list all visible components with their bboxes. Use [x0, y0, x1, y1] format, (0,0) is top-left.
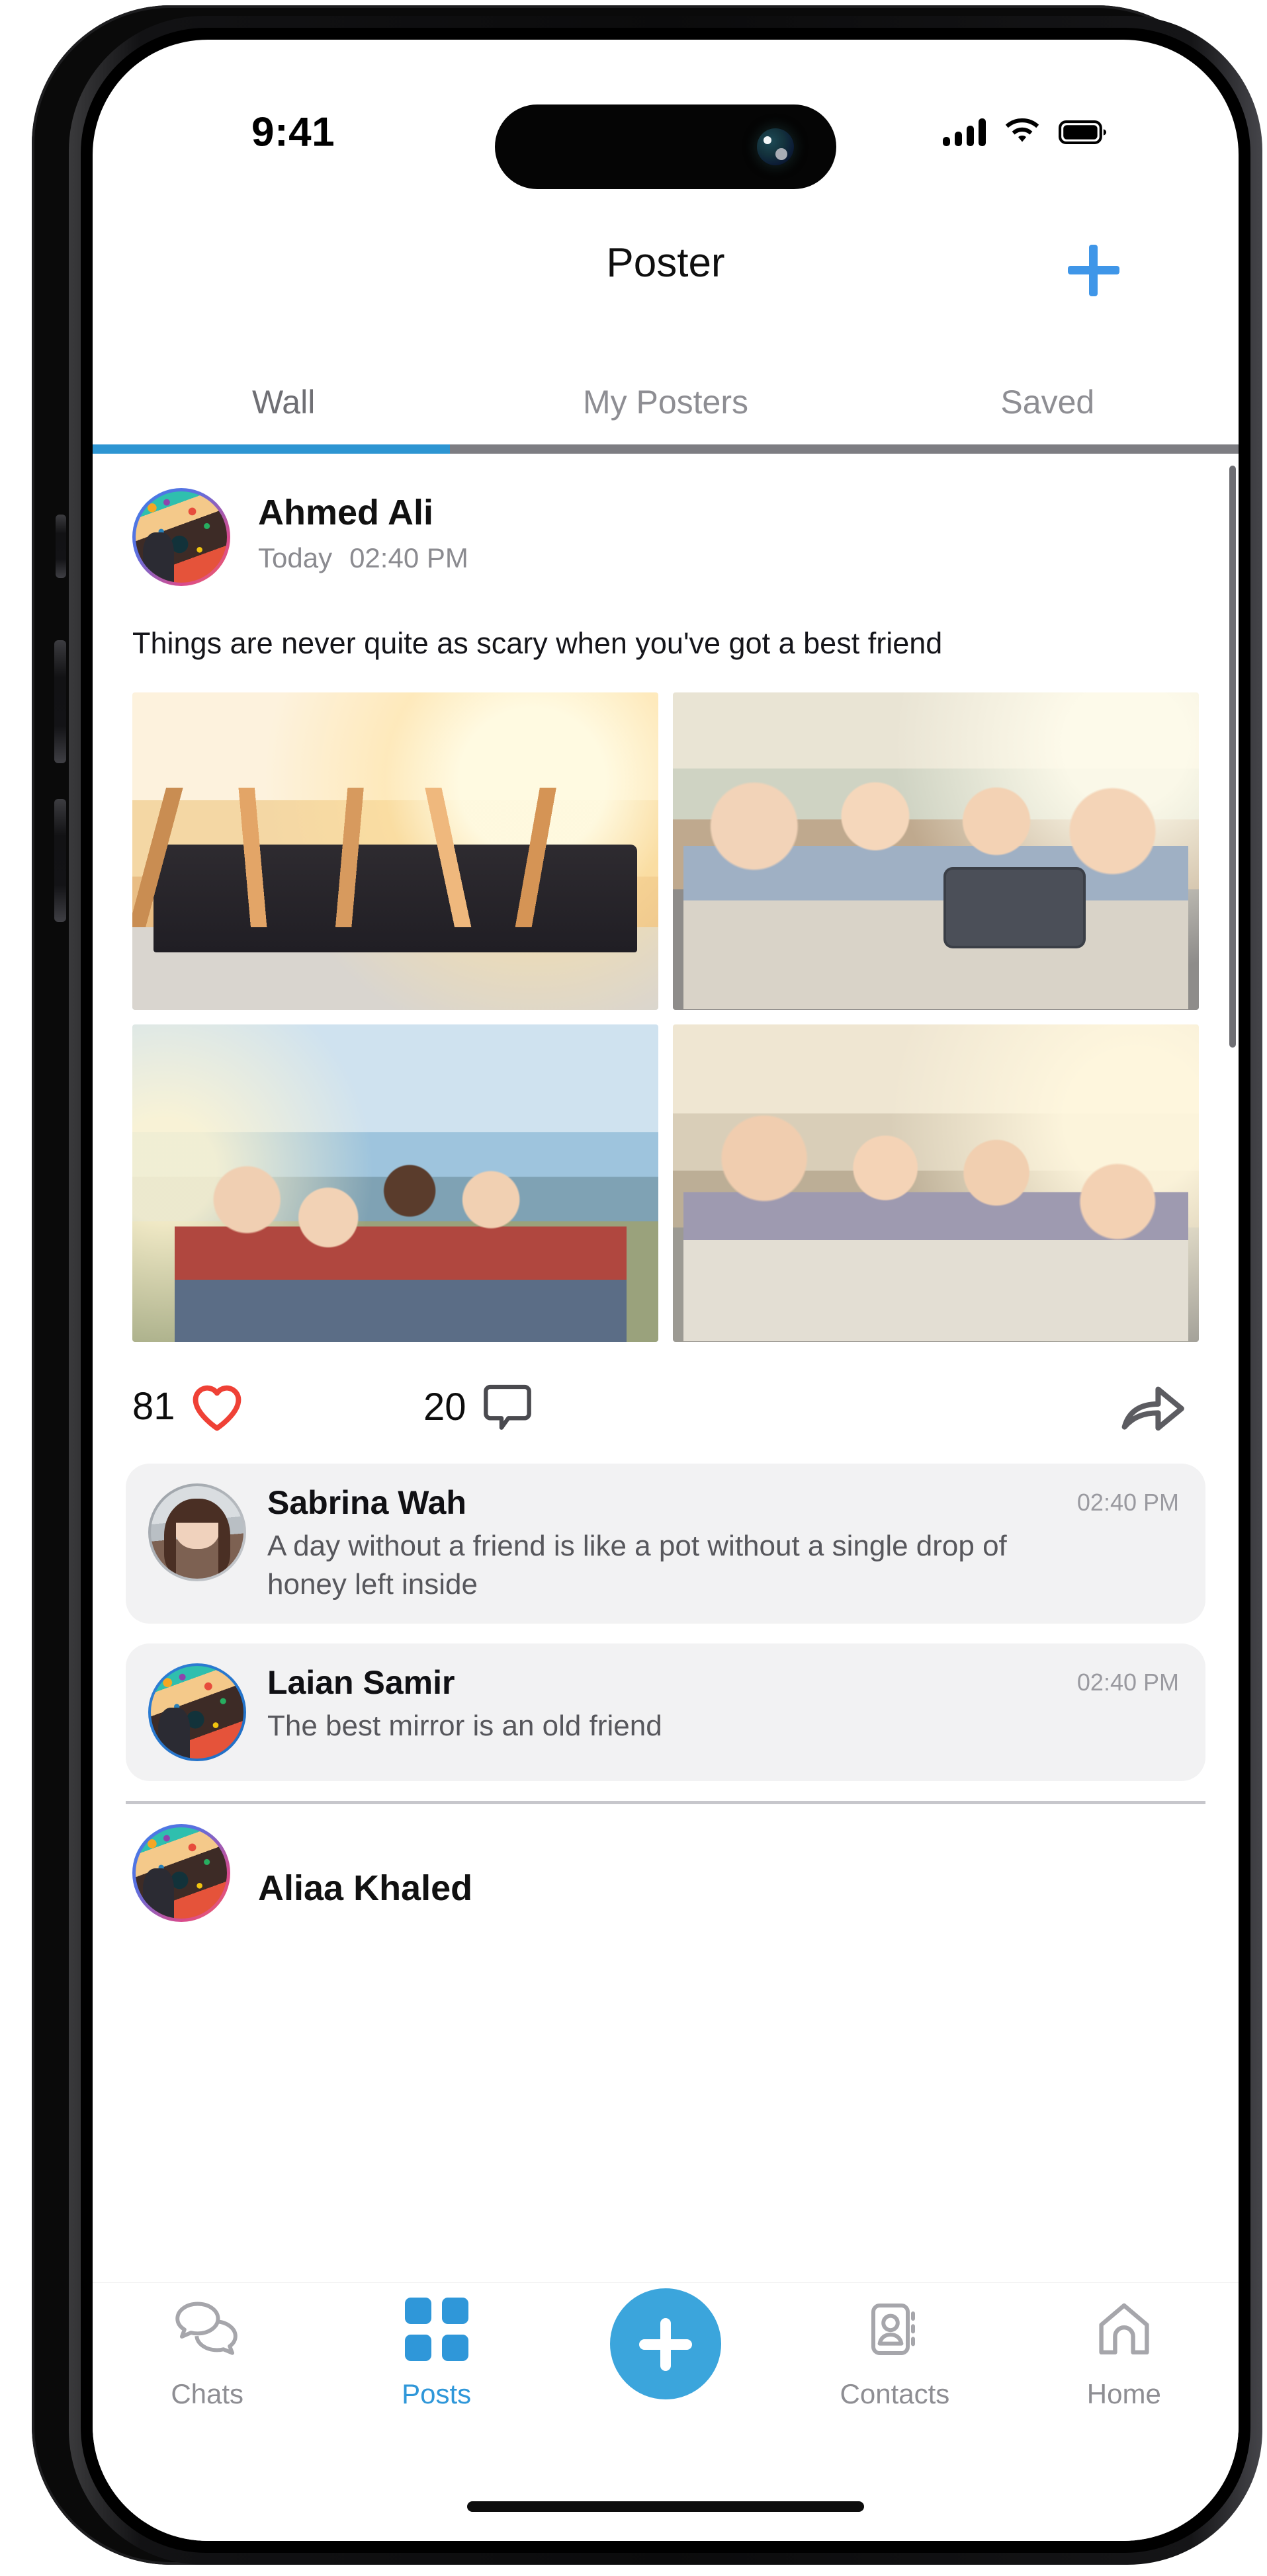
phone-frame: 9:41 Poster Wall My Posters Saved Ahmed … — [32, 5, 1262, 2565]
post-photo[interactable] — [673, 1024, 1199, 1342]
comment-time: 02:40 PM — [1076, 1668, 1179, 1696]
page-title: Poster — [606, 240, 725, 286]
post-photo[interactable] — [673, 692, 1199, 1010]
comment-count: 20 — [423, 1386, 466, 1429]
post-photo-grid — [93, 663, 1239, 1342]
nav-item-contacts[interactable]: Contacts — [780, 2298, 1009, 2410]
like-count: 81 — [132, 1385, 175, 1428]
post-reactions: 81 20 — [93, 1364, 1239, 1464]
nav-item-home[interactable]: Home — [1010, 2298, 1239, 2410]
nav-item-posts[interactable]: Posts — [322, 2298, 550, 2410]
screenshot-root: 9:41 Poster Wall My Posters Saved Ahmed … — [0, 0, 1267, 2576]
avatar[interactable] — [148, 1663, 246, 1761]
post-author-name[interactable]: Aliaa Khaled — [258, 1868, 472, 1909]
grid-squares-icon — [404, 2298, 468, 2361]
nav-label-home: Home — [1086, 2378, 1161, 2409]
list-item[interactable]: Sabrina Wah 02:40 PM A day without a fri… — [126, 1463, 1205, 1624]
bottom-navigation: Chats Posts Contacts Home — [93, 2283, 1239, 2541]
tab-my-posters[interactable]: My Posters — [474, 370, 856, 434]
avatar-image — [136, 1827, 227, 1919]
post-photo[interactable] — [132, 692, 658, 1010]
battery-full-icon — [1059, 120, 1106, 144]
comment-bubble-icon — [483, 1384, 531, 1430]
avatar[interactable] — [148, 1483, 246, 1581]
like-button[interactable]: 81 — [132, 1382, 244, 1432]
cellular-signal-icon — [943, 118, 986, 146]
tab-wall[interactable]: Wall — [93, 370, 474, 434]
post-time: 02:40 PM — [349, 542, 468, 573]
share-arrow-icon — [1121, 1386, 1184, 1431]
post-timestamp: Today 02:40 PM — [258, 542, 486, 574]
segment-tabs: Wall My Posters Saved — [93, 370, 1239, 458]
nav-label-posts: Posts — [402, 2378, 472, 2409]
nav-label-chats: Chats — [171, 2378, 244, 2409]
nav-item-chats[interactable]: Chats — [93, 2298, 322, 2410]
feed-scroll-area[interactable]: Ahmed Ali Today 02:40 PM Things are never… — [93, 458, 1239, 2283]
avatar[interactable] — [132, 488, 230, 586]
list-item[interactable]: Laian Samir 02:40 PM The best mirror is … — [126, 1643, 1205, 1781]
tab-underline-active — [93, 444, 450, 454]
comment-button[interactable]: 20 — [423, 1382, 534, 1433]
status-bar-time: 9:41 — [251, 109, 335, 155]
post-day: Today — [258, 542, 333, 573]
chat-bubbles-icon — [171, 2298, 243, 2361]
heart-icon — [193, 1385, 241, 1431]
share-button[interactable] — [1119, 1380, 1186, 1435]
phone-screen: 9:41 Poster Wall My Posters Saved Ahmed … — [93, 40, 1239, 2541]
post-photo[interactable] — [132, 1024, 658, 1342]
app-header: Poster — [93, 225, 1239, 317]
comment-text: A day without a friend is like a pot wit… — [267, 1529, 1007, 1600]
post-author-name[interactable]: Ahmed Ali — [258, 492, 433, 533]
front-camera-icon — [757, 128, 794, 165]
home-indicator[interactable] — [467, 2501, 864, 2512]
volume-up-button[interactable] — [54, 640, 66, 763]
post-header: Ahmed Ali Today 02:40 PM — [93, 458, 1239, 616]
create-post-fab[interactable] — [610, 2288, 721, 2399]
contact-book-icon — [863, 2298, 926, 2361]
mute-switch-button[interactable] — [56, 515, 66, 578]
avatar-image — [151, 1485, 243, 1579]
post-text: Things are never quite as scary when you… — [132, 626, 943, 660]
wifi-icon — [1005, 118, 1039, 142]
volume-down-button[interactable] — [54, 799, 66, 922]
dynamic-island — [495, 104, 836, 189]
comment-time: 02:40 PM — [1076, 1488, 1179, 1516]
comment-text: The best mirror is an old friend — [267, 1709, 662, 1742]
avatar-image — [151, 1665, 243, 1759]
nav-label-contacts: Contacts — [840, 2378, 950, 2409]
status-bar-indicators — [943, 118, 1106, 146]
post-card: Ahmed Ali Today 02:40 PM Things are never… — [93, 458, 1239, 1781]
comment-list: Sabrina Wah 02:40 PM A day without a fri… — [93, 1463, 1239, 1781]
avatar-image — [136, 491, 227, 583]
avatar[interactable] — [132, 1823, 230, 1922]
status-bar: 9:41 — [93, 40, 1239, 192]
home-icon — [1091, 2298, 1157, 2361]
comment-author: Sabrina Wah — [267, 1483, 466, 1521]
comment-author: Laian Samir — [267, 1663, 455, 1701]
tab-saved[interactable]: Saved — [857, 370, 1239, 434]
post-card: Aliaa Khaled — [93, 1804, 1239, 1963]
add-poster-button[interactable] — [1068, 245, 1119, 296]
